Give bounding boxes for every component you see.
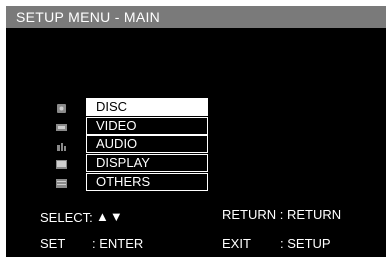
setup-menu: DISC VIDEO AUDIO DISPLAY OTHERS [86, 98, 208, 193]
up-down-arrows-icon: ▲▼ [96, 209, 124, 224]
exit-hint-label: EXIT [222, 236, 251, 251]
menu-item-disc[interactable]: DISC [86, 98, 208, 116]
return-hint: RETURN : RETURN [222, 207, 342, 222]
others-icon [56, 179, 67, 188]
menu-item-others[interactable]: OTHERS [86, 173, 208, 191]
menu-item-display[interactable]: DISPLAY [86, 154, 208, 172]
menu-icons [56, 104, 70, 194]
page-title: SETUP MENU - MAIN [16, 9, 161, 25]
video-icon [56, 123, 67, 132]
menu-item-audio[interactable]: AUDIO [86, 135, 208, 153]
set-hint-value: : ENTER [92, 236, 144, 251]
menu-item-video[interactable]: VIDEO [86, 117, 208, 135]
set-hint-label: SET [40, 236, 66, 251]
audio-icon [56, 142, 67, 151]
display-icon [56, 160, 67, 169]
setup-screen: SETUP MENU - MAIN DISC VIDEO AUDIO DISPL… [6, 6, 386, 257]
disc-icon [56, 104, 67, 113]
select-hint-label: SELECT: [40, 210, 93, 225]
exit-hint-value: : SETUP [280, 236, 331, 251]
title-bar: SETUP MENU - MAIN [6, 6, 386, 28]
